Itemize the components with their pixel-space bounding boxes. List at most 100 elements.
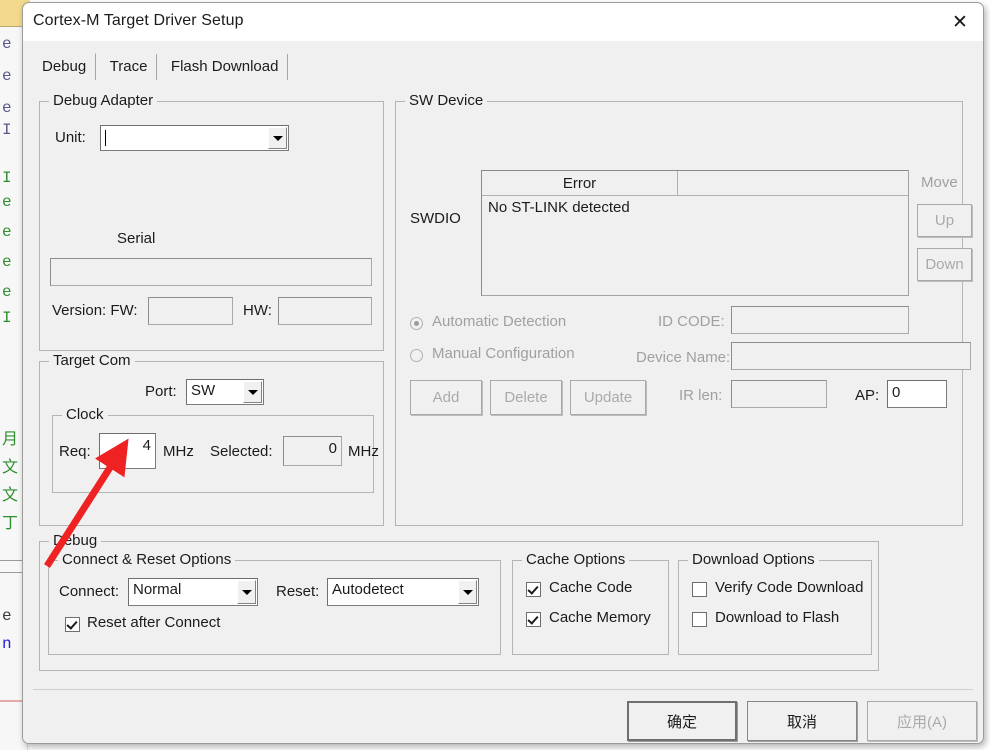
group-target-com: Target Com Port: SW Clock Req: 4 MHz Sel…: [39, 352, 384, 526]
background-editor-line: I: [2, 121, 12, 139]
serial-field: [50, 258, 372, 286]
move-down-button[interactable]: Down: [917, 248, 972, 281]
selected-field: 0: [283, 436, 342, 466]
group-debug-adapter: Debug Adapter Unit: Serial Version: FW: …: [39, 92, 384, 351]
reset-label: Reset:: [276, 583, 320, 600]
chevron-down-icon[interactable]: [243, 381, 262, 403]
reset-combo-value: Autodetect: [332, 581, 404, 598]
unit-label: Unit:: [55, 129, 86, 146]
port-label: Port:: [145, 383, 177, 400]
cortex-m-target-driver-setup-dialog: Cortex-M Target Driver Setup ✕ Debug Tra…: [22, 2, 984, 744]
req-label: Req:: [59, 443, 91, 460]
ir-len-field: [731, 380, 827, 408]
automatic-detection-radio[interactable]: [410, 317, 423, 330]
screen: eeeIIeeeeI月文文丁en Cortex-M Target Driver …: [0, 0, 990, 750]
serial-label: Serial: [117, 230, 156, 247]
hw-label: HW:: [243, 302, 272, 319]
background-editor-line: e: [2, 607, 12, 625]
group-connect-reset-options: Connect & Reset Options Connect: Normal …: [48, 551, 501, 655]
background-editor-line: e: [2, 283, 12, 301]
connect-combo[interactable]: Normal: [128, 578, 258, 606]
reset-combo[interactable]: Autodetect: [327, 578, 479, 606]
verify-code-download-label: Verify Code Download: [715, 579, 864, 596]
verify-code-download-checkbox[interactable]: [692, 582, 707, 597]
download-to-flash-checkbox[interactable]: [692, 612, 707, 627]
swdio-label: SWDIO: [410, 210, 461, 227]
selected-unit-label: MHz: [348, 443, 379, 460]
background-editor-line: e: [2, 67, 12, 85]
cache-memory-label: Cache Memory: [549, 609, 651, 626]
background-editor-line: 文: [2, 487, 19, 505]
chevron-down-icon[interactable]: [268, 127, 287, 149]
chevron-down-icon[interactable]: [237, 580, 256, 604]
move-label: Move: [921, 174, 958, 191]
id-code-label: ID CODE:: [658, 313, 725, 330]
sw-device-listview[interactable]: Error No ST-LINK detected: [481, 170, 909, 296]
close-icon[interactable]: ✕: [943, 7, 977, 37]
manual-configuration-label: Manual Configuration: [432, 345, 575, 362]
background-editor-line: e: [2, 253, 12, 271]
group-target-com-legend: Target Com: [49, 352, 135, 369]
background-editor-line: e: [2, 35, 12, 53]
ap-field[interactable]: 0: [887, 380, 947, 408]
background-editor-line: n: [2, 635, 12, 653]
background-editor-line: 文: [2, 459, 19, 477]
manual-configuration-radio[interactable]: [410, 349, 423, 362]
reset-after-connect-label: Reset after Connect: [87, 614, 221, 631]
group-connect-reset-legend: Connect & Reset Options: [58, 551, 236, 568]
cancel-button[interactable]: 取消: [747, 701, 857, 741]
unit-combo[interactable]: [100, 125, 289, 151]
move-up-button[interactable]: Up: [917, 204, 972, 237]
cache-code-label: Cache Code: [549, 579, 633, 596]
listview-header: Error: [482, 171, 908, 196]
add-button[interactable]: Add: [410, 380, 482, 415]
listview-row-0[interactable]: No ST-LINK detected: [488, 199, 630, 216]
group-sw-device: SW Device SWDIO Error No ST-LINK detecte…: [395, 92, 972, 526]
tab-debug[interactable]: Debug: [33, 53, 97, 81]
background-editor-line: 月: [2, 431, 19, 449]
dialog-body: Debug Trace Flash Download Debug Adapter…: [23, 41, 983, 743]
device-name-field: [731, 342, 971, 370]
group-clock: Clock Req: 4 MHz Selected: 0 MHz: [52, 406, 379, 493]
id-code-field: [731, 306, 909, 334]
background-editor-line: e: [2, 193, 12, 211]
background-editor-line: I: [2, 309, 12, 327]
req-field[interactable]: 4: [99, 433, 156, 469]
group-sw-device-legend: SW Device: [405, 92, 488, 109]
group-download-options: Download Options Verify Code Download Do…: [678, 551, 872, 655]
listview-col-error[interactable]: Error: [482, 171, 678, 195]
background-editor-line: 丁: [2, 515, 19, 533]
group-debug-adapter-legend: Debug Adapter: [49, 92, 158, 109]
background-editor-line: I: [2, 169, 12, 187]
title-bar: Cortex-M Target Driver Setup ✕: [23, 3, 983, 41]
version-fw-label: Version: FW:: [52, 302, 138, 319]
ok-button[interactable]: 确定: [627, 701, 737, 741]
apply-button[interactable]: 应用(A): [867, 701, 977, 741]
port-combo[interactable]: SW: [186, 379, 264, 405]
group-download-options-legend: Download Options: [688, 551, 819, 568]
window-title: Cortex-M Target Driver Setup: [33, 12, 244, 29]
listview-col-blank[interactable]: [678, 171, 908, 195]
device-name-label: Device Name:: [636, 349, 731, 366]
delete-button[interactable]: Delete: [490, 380, 562, 415]
tab-flash-download[interactable]: Flash Download: [161, 54, 289, 80]
req-unit-label: MHz: [163, 443, 194, 460]
cache-code-checkbox[interactable]: [526, 582, 541, 597]
update-button[interactable]: Update: [570, 380, 646, 415]
reset-after-connect-checkbox[interactable]: [65, 617, 80, 632]
group-clock-legend: Clock: [62, 406, 108, 423]
tab-trace[interactable]: Trace: [100, 54, 158, 80]
chevron-down-icon[interactable]: [458, 580, 477, 604]
tab-strip: Debug Trace Flash Download: [33, 53, 289, 81]
background-editor-line: e: [2, 223, 12, 241]
download-to-flash-label: Download to Flash: [715, 609, 840, 626]
ir-len-label: IR len:: [679, 387, 723, 404]
connect-label: Connect:: [59, 583, 120, 600]
group-debug-bottom: Debug Connect & Reset Options Connect: N…: [39, 532, 879, 671]
group-cache-options: Cache Options Cache Code Cache Memory: [512, 551, 669, 655]
connect-combo-value: Normal: [133, 581, 182, 598]
ap-label: AP:: [855, 387, 880, 404]
hw-field: [278, 297, 372, 325]
cache-memory-checkbox[interactable]: [526, 612, 541, 627]
group-debug-bottom-legend: Debug: [49, 532, 102, 549]
